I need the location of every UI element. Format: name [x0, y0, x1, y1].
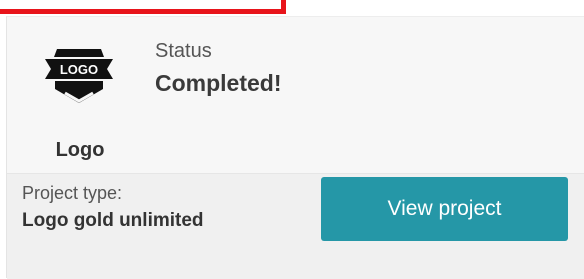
status-value: Completed! — [155, 70, 282, 96]
status-label: Status — [155, 40, 212, 62]
logo-thumbnail: LOGO Logo — [33, 39, 127, 161]
logo-caption: Logo — [55, 139, 105, 161]
view-project-button[interactable]: View project — [321, 177, 568, 241]
project-type-value: Logo gold unlimited — [22, 210, 204, 231]
logo-badge-icon: LOGO — [45, 49, 113, 103]
logo-badge-text: LOGO — [60, 62, 98, 77]
project-type-label: Project type: — [22, 183, 123, 203]
highlight-frame — [0, 0, 286, 14]
